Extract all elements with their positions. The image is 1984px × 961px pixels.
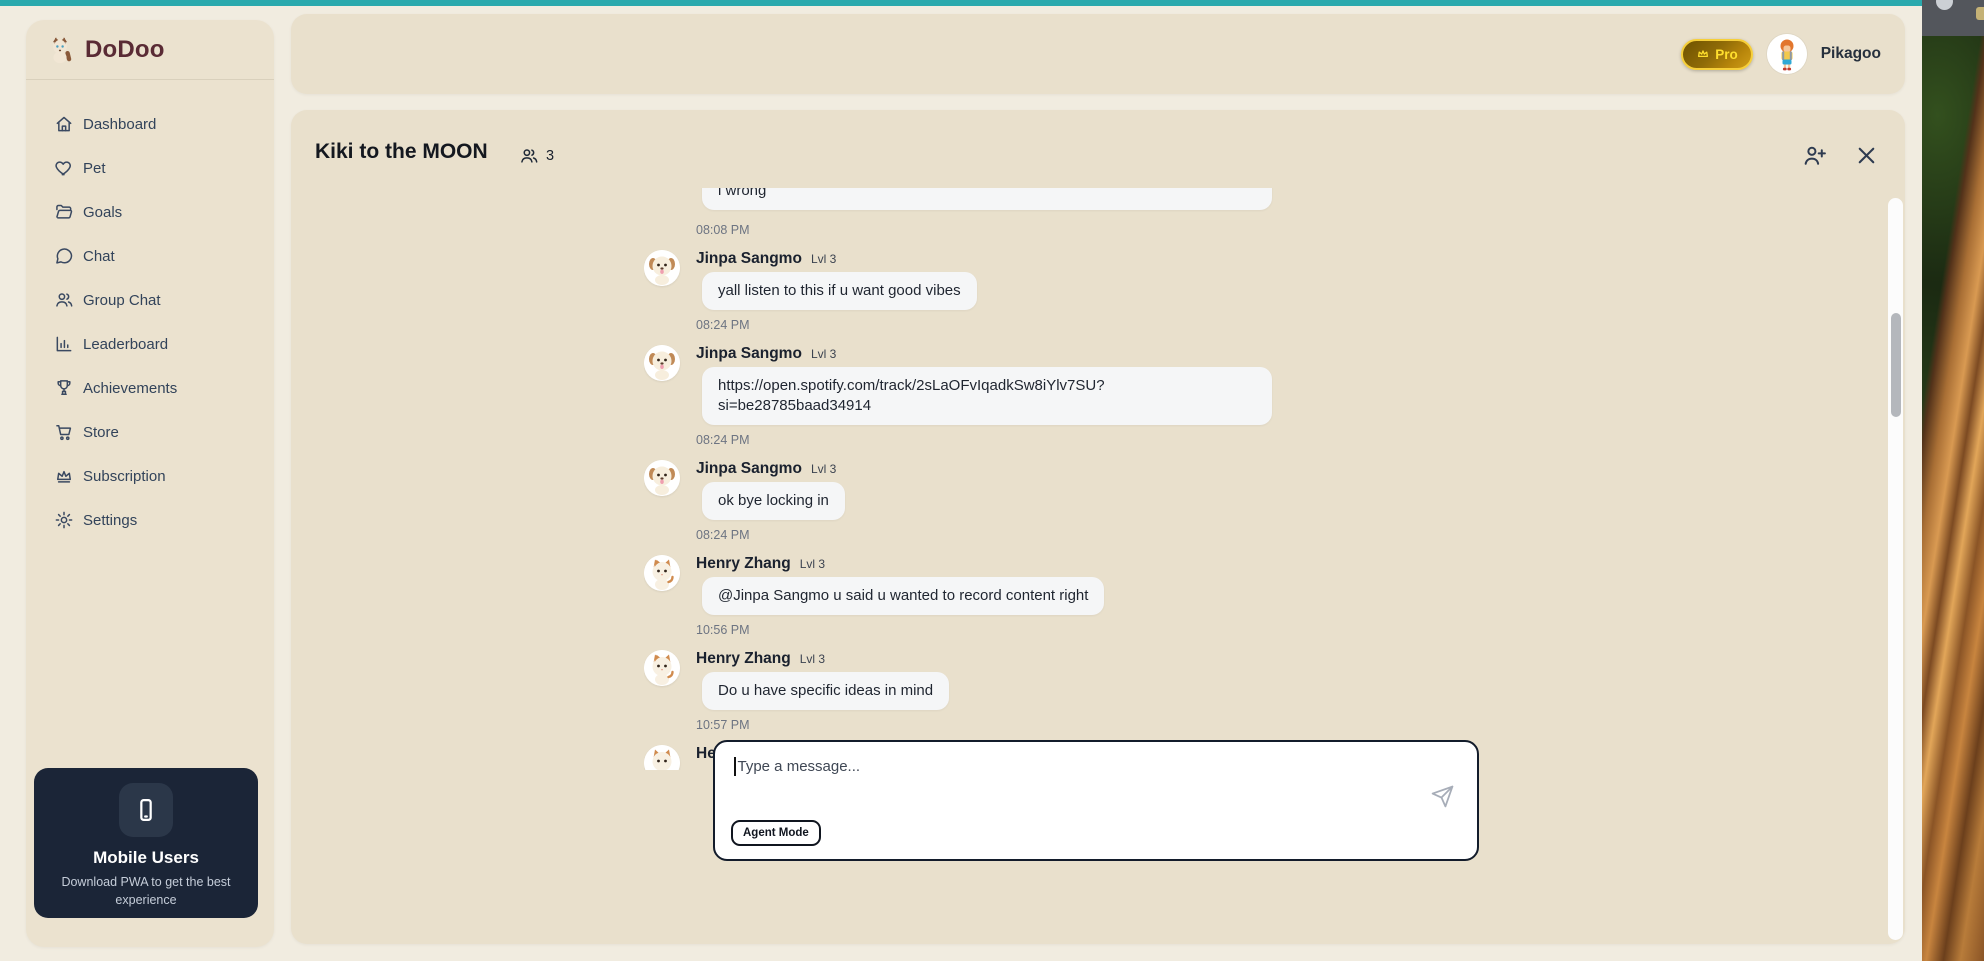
message-list[interactable]: i wrong 08:08 PM Jinpa Sangmo Lvl 3 yall … xyxy=(644,188,1894,770)
sidebar-item-label: Pet xyxy=(83,160,106,177)
sidebar-item-label: Dashboard xyxy=(83,116,156,133)
chat-message: Jinpa Sangmo Lvl 3 ok bye locking in 08:2… xyxy=(644,458,1894,543)
brand-name: DoDoo xyxy=(85,36,165,64)
chat-message: Jinpa Sangmo Lvl 3 yall listen to this if… xyxy=(644,248,1894,333)
group-chat-panel: Kiki to the MOON 3 i wrong 08:08 PM Jinp… xyxy=(291,110,1905,944)
sender-name: Henry Zhang xyxy=(696,555,791,572)
message-time: 08:24 PM xyxy=(696,317,977,333)
sender-name: Jinpa Sangmo xyxy=(696,460,802,477)
mobile-users-card: Mobile Users Download PWA to get the bes… xyxy=(34,768,258,918)
message-bubble: ok bye locking in xyxy=(702,482,845,520)
send-icon[interactable] xyxy=(1430,784,1455,809)
chat-scrollbar-track[interactable] xyxy=(1888,198,1903,940)
browser-chrome-strip xyxy=(1922,0,1984,36)
sidebar-nav: Dashboard Pet Goals Chat Group Chat Lead… xyxy=(26,80,274,542)
chrome-chip-icon xyxy=(1976,7,1984,20)
crown-icon xyxy=(54,466,74,486)
heart-icon xyxy=(54,158,74,178)
sidebar-item-store[interactable]: Store xyxy=(26,410,274,454)
puppy-avatar xyxy=(644,250,680,286)
mobile-card-subtitle: Download PWA to get the best experience xyxy=(56,874,236,909)
sidebar-item-achievements[interactable]: Achievements xyxy=(26,366,274,410)
kitten-avatar xyxy=(644,745,680,770)
sidebar-item-settings[interactable]: Settings xyxy=(26,498,274,542)
top-accent-bar xyxy=(0,0,1922,6)
message-time: 08:08 PM xyxy=(696,222,1272,238)
message-time: 10:57 PM xyxy=(696,717,949,733)
user-avatar[interactable] xyxy=(1767,34,1807,74)
message-bubble: Do u have specific ideas in mind xyxy=(702,672,949,710)
close-icon[interactable] xyxy=(1854,143,1879,168)
chat-title: Kiki to the MOON xyxy=(315,140,488,164)
message-bubble: https://open.spotify.com/track/2sLaOFvIq… xyxy=(702,367,1272,425)
chrome-dot-icon xyxy=(1936,0,1953,10)
brand-row[interactable]: DoDoo xyxy=(26,20,274,79)
chat-message: Henry Zhang Lvl 3 Do u have specific idea… xyxy=(644,648,1894,733)
gear-icon xyxy=(54,510,74,530)
chat-bubble-icon xyxy=(54,246,74,266)
sidebar-item-subscription[interactable]: Subscription xyxy=(26,454,274,498)
add-member-button[interactable] xyxy=(1802,143,1827,168)
bar-chart-icon xyxy=(54,334,74,354)
sidebar-item-label: Goals xyxy=(83,204,122,221)
chat-scrollbar-thumb[interactable] xyxy=(1891,313,1901,417)
message-time: 08:24 PM xyxy=(696,432,1272,448)
input-placeholder: Type a message... xyxy=(738,758,861,775)
chat-message-partial: i wrong 08:08 PM xyxy=(696,188,1894,238)
sender-name: Henry Zhang xyxy=(696,650,791,667)
sidebar-item-label: Settings xyxy=(83,512,137,529)
puppy-avatar xyxy=(644,460,680,496)
users-icon xyxy=(519,146,539,166)
member-count-group: 3 xyxy=(519,146,554,166)
text-caret xyxy=(734,757,736,776)
kitten-avatar xyxy=(644,555,680,591)
pro-badge-button[interactable]: Pro xyxy=(1681,39,1753,70)
sidebar-item-label: Group Chat xyxy=(83,292,161,309)
message-input[interactable]: Type a message... Agent Mode xyxy=(713,740,1479,861)
message-time: 10:56 PM xyxy=(696,622,1104,638)
crown-icon xyxy=(1696,47,1710,61)
home-icon xyxy=(54,114,74,134)
sidebar-item-label: Subscription xyxy=(83,468,166,485)
kitten-avatar xyxy=(644,650,680,686)
sidebar-item-label: Achievements xyxy=(83,380,177,397)
dodoo-cat-logo-icon xyxy=(46,35,74,65)
users-icon xyxy=(54,290,74,310)
sidebar-item-label: Leaderboard xyxy=(83,336,168,353)
sidebar-item-label: Store xyxy=(83,424,119,441)
sender-level: Lvl 3 xyxy=(811,347,836,361)
smartphone-icon xyxy=(119,783,173,837)
sidebar-item-leaderboard[interactable]: Leaderboard xyxy=(26,322,274,366)
message-time: 08:24 PM xyxy=(696,527,845,543)
sender-level: Lvl 3 xyxy=(811,252,836,266)
chat-message: Jinpa Sangmo Lvl 3 https://open.spotify.c… xyxy=(644,343,1894,448)
message-bubble: @Jinpa Sangmo u said u wanted to record … xyxy=(702,577,1104,615)
sender-level: Lvl 3 xyxy=(800,557,825,571)
sidebar-item-goals[interactable]: Goals xyxy=(26,190,274,234)
sidebar-item-group-chat[interactable]: Group Chat xyxy=(26,278,274,322)
chat-message: Henry Zhang Lvl 3 @Jinpa Sangmo u said u … xyxy=(644,553,1894,638)
sidebar-item-pet[interactable]: Pet xyxy=(26,146,274,190)
sender-name: Jinpa Sangmo xyxy=(696,250,802,267)
mobile-card-title: Mobile Users xyxy=(34,848,258,868)
username-label: Pikagoo xyxy=(1821,45,1881,63)
agent-mode-button[interactable]: Agent Mode xyxy=(731,820,821,846)
background-photo xyxy=(1922,0,1984,961)
top-header-bar: Pro Pikagoo xyxy=(291,14,1905,94)
member-count: 3 xyxy=(546,148,554,164)
trophy-icon xyxy=(54,378,74,398)
sidebar-item-dashboard[interactable]: Dashboard xyxy=(26,102,274,146)
pro-label: Pro xyxy=(1715,47,1738,62)
sender-level: Lvl 3 xyxy=(811,462,836,476)
message-bubble: i wrong xyxy=(702,188,1272,210)
message-bubble: yall listen to this if u want good vibes xyxy=(702,272,977,310)
folder-icon xyxy=(54,202,74,222)
cart-icon xyxy=(54,422,74,442)
sidebar: DoDoo Dashboard Pet Goals Chat Group Cha… xyxy=(26,20,274,947)
sidebar-item-label: Chat xyxy=(83,248,115,265)
puppy-avatar xyxy=(644,345,680,381)
sidebar-item-chat[interactable]: Chat xyxy=(26,234,274,278)
sender-level: Lvl 3 xyxy=(800,652,825,666)
sender-name: Jinpa Sangmo xyxy=(696,345,802,362)
